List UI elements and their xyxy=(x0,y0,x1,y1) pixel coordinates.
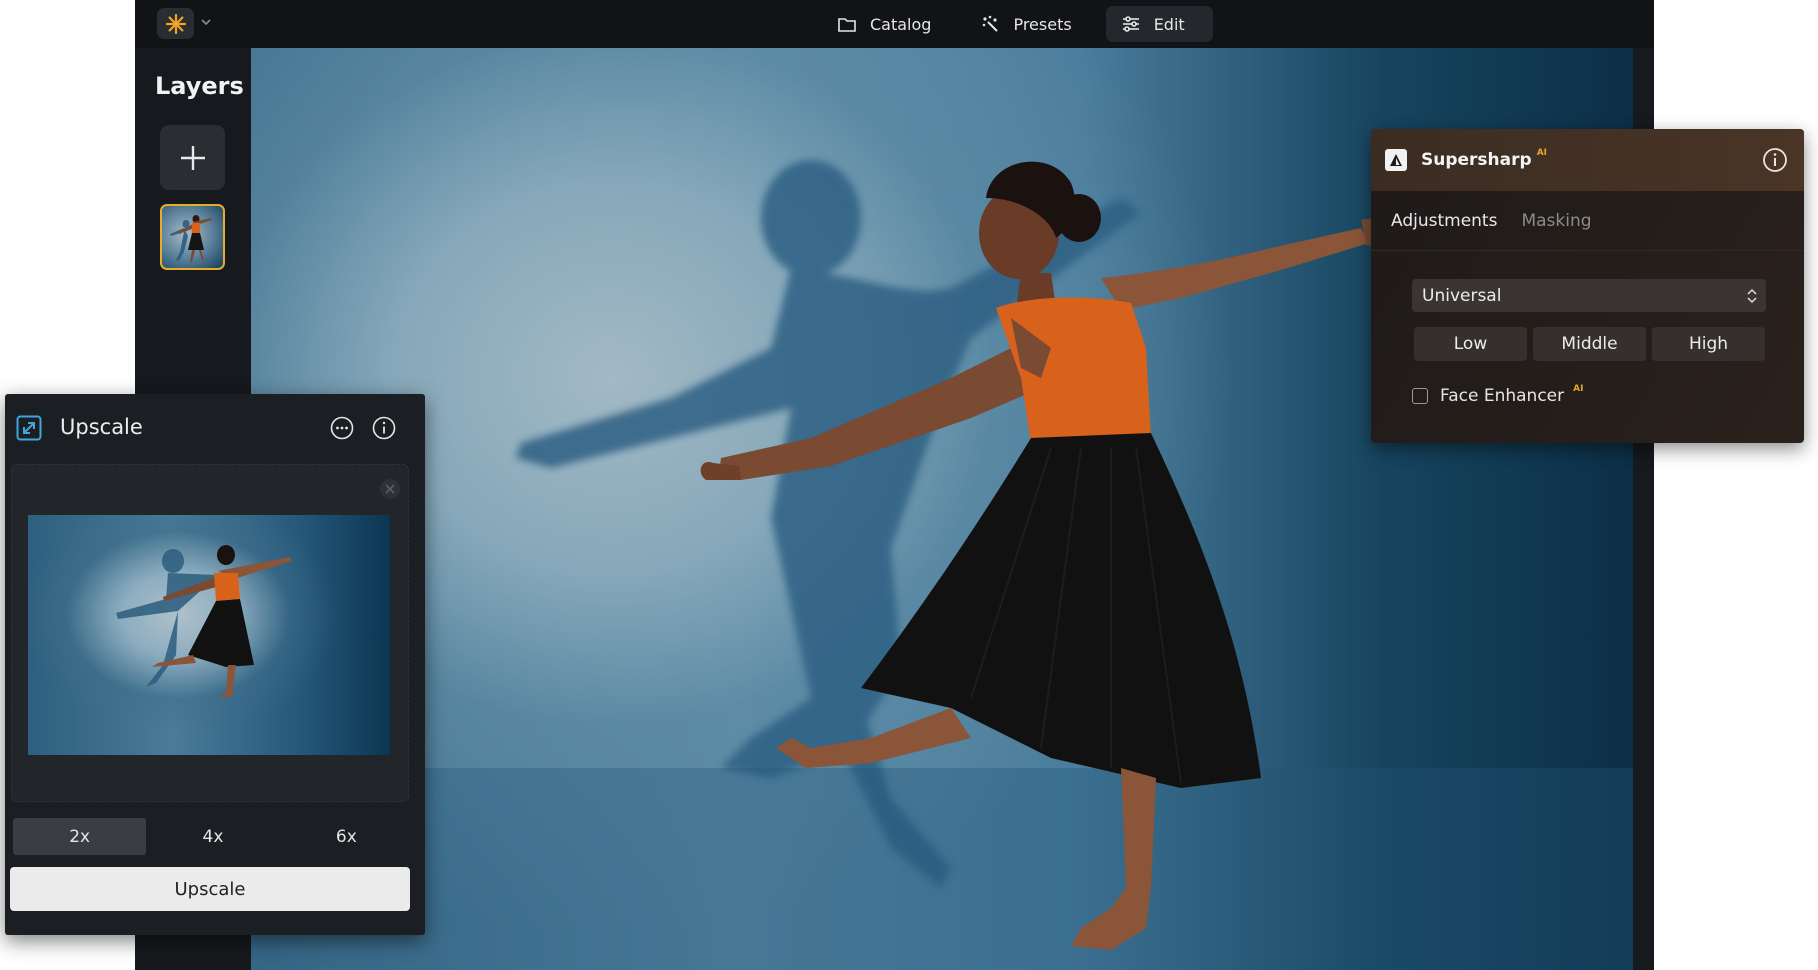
tab-adjustments[interactable]: Adjustments xyxy=(1391,211,1497,231)
face-enhancer-checkbox[interactable] xyxy=(1412,388,1428,404)
layers-title: Layers xyxy=(155,72,244,100)
chevron-updown-icon xyxy=(1747,288,1757,304)
nav-catalog-label: Catalog xyxy=(870,14,932,34)
top-bar: Catalog Presets Edit xyxy=(135,0,1654,48)
sparkle-icon xyxy=(983,15,999,32)
sun-logo-icon xyxy=(165,13,186,34)
mode-select-value: Universal xyxy=(1422,285,1502,306)
nav-presets-label: Presets xyxy=(1013,14,1072,34)
supersharp-panel: Supersharp AI Adjustments Masking Univer… xyxy=(1371,129,1804,443)
face-enhancer-ai-badge: AI xyxy=(1573,384,1584,394)
supersharp-logo-icon xyxy=(1385,149,1407,171)
strength-middle-button[interactable]: Middle xyxy=(1533,327,1646,361)
scale-selector: 2x 4x 6x xyxy=(13,818,413,855)
folder-icon xyxy=(838,18,856,32)
plus-icon xyxy=(180,145,205,170)
nav-catalog[interactable]: Catalog xyxy=(822,6,959,42)
close-icon[interactable] xyxy=(379,478,401,500)
upscale-title: Upscale xyxy=(60,415,143,439)
upscale-button[interactable]: Upscale xyxy=(10,867,410,911)
supersharp-header: Supersharp AI xyxy=(1371,129,1804,191)
more-options-icon[interactable] xyxy=(330,416,354,440)
supersharp-ai-badge: AI xyxy=(1536,148,1548,158)
expand-icon xyxy=(16,415,42,441)
main-nav: Catalog Presets Edit xyxy=(822,6,1213,42)
chevron-down-icon[interactable] xyxy=(199,15,213,29)
dancer-preview-image xyxy=(116,545,292,697)
nav-presets[interactable]: Presets xyxy=(965,6,1099,42)
info-icon[interactable] xyxy=(372,416,396,440)
upscale-panel: Upscale 2x 4x 6x Upscale xyxy=(5,394,425,935)
add-layer-button[interactable] xyxy=(160,125,225,190)
supersharp-tabs: Adjustments Masking xyxy=(1371,191,1804,251)
scale-6x-button[interactable]: 6x xyxy=(280,818,413,855)
upscale-header: Upscale xyxy=(5,394,425,456)
tab-masking[interactable]: Masking xyxy=(1521,211,1591,231)
image-dropzone[interactable] xyxy=(11,464,409,802)
sliders-icon xyxy=(1122,16,1139,32)
nav-edit-label: Edit xyxy=(1153,14,1185,34)
dancer-thumbnail-image xyxy=(170,215,212,262)
upscale-preview xyxy=(28,515,390,755)
face-enhancer-label: Face Enhancer xyxy=(1440,386,1565,406)
strength-low-button[interactable]: Low xyxy=(1414,327,1527,361)
mode-select[interactable]: Universal xyxy=(1412,279,1766,312)
face-enhancer-option[interactable]: Face Enhancer AI xyxy=(1412,384,1584,406)
info-icon[interactable] xyxy=(1762,147,1788,173)
scale-4x-button[interactable]: 4x xyxy=(146,818,279,855)
supersharp-title: Supersharp xyxy=(1421,150,1532,170)
scale-2x-button[interactable]: 2x xyxy=(13,818,147,855)
strength-selector: Low Middle High xyxy=(1414,327,1765,361)
app-menu-button[interactable] xyxy=(157,8,194,39)
nav-edit[interactable]: Edit xyxy=(1105,6,1213,42)
layer-thumbnail[interactable] xyxy=(160,204,225,270)
strength-high-button[interactable]: High xyxy=(1652,327,1765,361)
